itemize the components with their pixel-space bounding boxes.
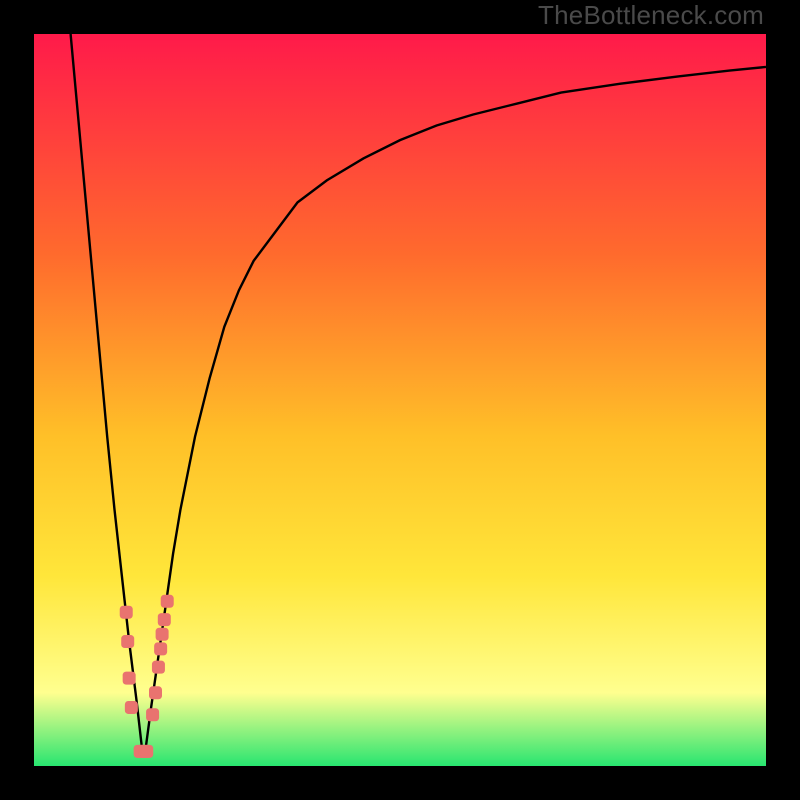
- data-marker: [121, 635, 134, 648]
- data-marker: [158, 613, 171, 626]
- data-marker: [146, 708, 159, 721]
- data-marker: [120, 606, 133, 619]
- plot-area: [34, 34, 766, 766]
- data-marker: [161, 595, 174, 608]
- chart-svg: [34, 34, 766, 766]
- gradient-background: [34, 34, 766, 766]
- data-marker: [140, 745, 153, 758]
- data-marker: [154, 642, 167, 655]
- data-marker: [152, 661, 165, 674]
- data-marker: [149, 686, 162, 699]
- data-marker: [156, 628, 169, 641]
- data-marker: [123, 672, 136, 685]
- data-marker: [125, 701, 138, 714]
- watermark-text: TheBottleneck.com: [538, 0, 764, 31]
- chart-frame: TheBottleneck.com: [0, 0, 800, 800]
